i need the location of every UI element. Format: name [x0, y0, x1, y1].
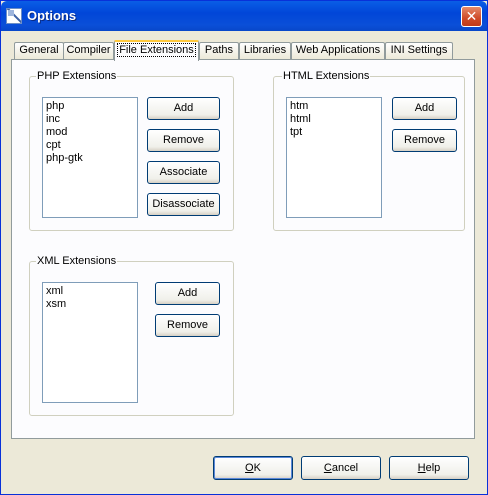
help-button[interactable]: Help	[389, 456, 469, 480]
list-item[interactable]: inc	[46, 113, 134, 126]
html-extensions-list[interactable]: htm html tpt	[286, 97, 382, 218]
list-item[interactable]: cpt	[46, 139, 134, 152]
file-extensions-panel: PHP Extensions php inc mod cpt php-gtk A…	[11, 59, 475, 439]
title-bar[interactable]: Options ✕	[1, 1, 487, 31]
tab-libraries[interactable]: Libraries	[239, 42, 291, 59]
xml-extensions-group: XML Extensions xml xsm Add Remove	[29, 255, 234, 416]
php-extensions-list[interactable]: php inc mod cpt php-gtk	[42, 97, 138, 218]
app-icon	[6, 8, 22, 24]
list-item[interactable]: htm	[290, 100, 378, 113]
html-add-button[interactable]: Add	[392, 97, 457, 120]
tab-compiler[interactable]: Compiler	[63, 42, 114, 59]
php-add-button[interactable]: Add	[147, 97, 220, 120]
xml-remove-button[interactable]: Remove	[155, 314, 220, 337]
html-extensions-group: HTML Extensions htm html tpt Add Remove	[273, 70, 465, 231]
php-extensions-group: PHP Extensions php inc mod cpt php-gtk A…	[29, 70, 234, 231]
php-disassociate-button[interactable]: Disassociate	[147, 193, 220, 216]
list-item[interactable]: html	[290, 113, 378, 126]
html-extensions-label: HTML Extensions	[282, 70, 371, 83]
tab-paths[interactable]: Paths	[199, 42, 239, 59]
php-extensions-label: PHP Extensions	[36, 70, 118, 83]
cancel-button[interactable]: Cancel	[301, 456, 381, 480]
php-remove-button[interactable]: Remove	[147, 129, 220, 152]
xml-extensions-list[interactable]: xml xsm	[42, 282, 138, 403]
tab-web-applications[interactable]: Web Applications	[291, 42, 385, 59]
list-item[interactable]: php-gtk	[46, 152, 134, 165]
list-item[interactable]: mod	[46, 126, 134, 139]
options-dialog: Options ✕ General Compiler File Extensio…	[0, 0, 488, 495]
xml-extensions-label: XML Extensions	[36, 255, 118, 268]
close-icon[interactable]: ✕	[461, 6, 482, 27]
php-associate-button[interactable]: Associate	[147, 161, 220, 184]
tab-file-extensions[interactable]: File Extensions	[114, 40, 199, 61]
tab-general[interactable]: General	[14, 42, 64, 59]
ok-button[interactable]: OK	[213, 456, 293, 480]
list-item[interactable]: xsm	[46, 298, 134, 311]
window-title: Options	[27, 8, 77, 23]
list-item[interactable]: tpt	[290, 126, 378, 139]
tab-ini-settings[interactable]: INI Settings	[385, 42, 453, 59]
list-item[interactable]: php	[46, 100, 134, 113]
html-remove-button[interactable]: Remove	[392, 129, 457, 152]
list-item[interactable]: xml	[46, 285, 134, 298]
xml-add-button[interactable]: Add	[155, 282, 220, 305]
